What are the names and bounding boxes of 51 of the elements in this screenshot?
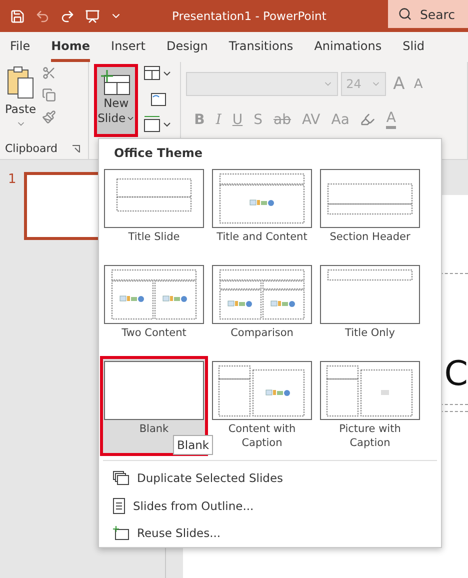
ribbon-tab[interactable]: Design <box>166 39 208 62</box>
layout-option[interactable]: Two Content <box>102 262 206 358</box>
section-icon[interactable] <box>144 116 172 132</box>
layout-option[interactable]: Title and Content <box>210 166 314 262</box>
content-icons <box>270 300 295 307</box>
menu-item[interactable]: Duplicate Selected Slides <box>99 464 441 492</box>
content-icons <box>266 390 290 396</box>
content-icons <box>120 296 144 302</box>
paintbrush-icon[interactable] <box>42 110 56 124</box>
layout-option[interactable]: Picture with Caption <box>318 358 422 454</box>
paste-icon[interactable] <box>6 66 36 100</box>
caret-icon <box>126 114 135 123</box>
font-name-field[interactable] <box>186 72 338 96</box>
redo-icon[interactable] <box>60 8 75 24</box>
layout-option[interactable]: Comparison <box>210 262 314 358</box>
group-label: Clipboard <box>5 142 58 157</box>
layout-option[interactable]: Title Only <box>318 262 422 358</box>
search-field[interactable]: Searc <box>388 0 468 28</box>
ribbon-tab[interactable]: Transitions <box>228 39 294 62</box>
save-icon[interactable] <box>10 8 25 24</box>
paste-label[interactable]: Paste <box>5 102 36 117</box>
layout-option[interactable]: Section Header <box>318 166 422 262</box>
tooltip: Blank <box>173 435 214 455</box>
add-slide-icon <box>113 526 129 540</box>
copy-icon[interactable] <box>42 88 56 102</box>
menu-item[interactable]: Reuse Slides... <box>99 519 441 548</box>
layout-icon[interactable] <box>144 66 172 82</box>
menu-heading: Office Theme <box>113 145 204 162</box>
ribbon-tab[interactable]: Insert <box>111 39 146 62</box>
dialog-launcher-icon[interactable] <box>72 144 80 152</box>
undo-icon[interactable] <box>35 8 50 24</box>
layout-option[interactable]: Title Slide <box>102 166 206 262</box>
new-slide-button[interactable]: New Slide <box>94 64 138 137</box>
slideshow-icon[interactable] <box>85 8 100 24</box>
new-slide-icon <box>101 70 132 96</box>
highlighter-icon[interactable] <box>360 112 376 127</box>
slide-number: 1 <box>8 172 16 187</box>
search-icon <box>398 7 412 21</box>
ribbon-tab[interactable]: Slid <box>402 39 425 62</box>
content-icons <box>228 300 252 307</box>
content-icons <box>250 200 274 206</box>
menu-item[interactable]: Slides from Outline... <box>99 492 441 520</box>
reset-icon[interactable] <box>150 91 166 107</box>
window-title: Presentation1 - PowerPoint <box>172 9 326 23</box>
ribbon-tab[interactable]: Animations <box>314 39 382 62</box>
scissors-icon[interactable] <box>42 66 56 80</box>
ribbon-tab[interactable]: File <box>10 39 30 62</box>
content-icons <box>162 296 187 302</box>
duplicate-slides-icon <box>113 470 129 485</box>
title-placeholder-text[interactable]: C <box>444 344 468 404</box>
document-icon <box>113 498 125 514</box>
